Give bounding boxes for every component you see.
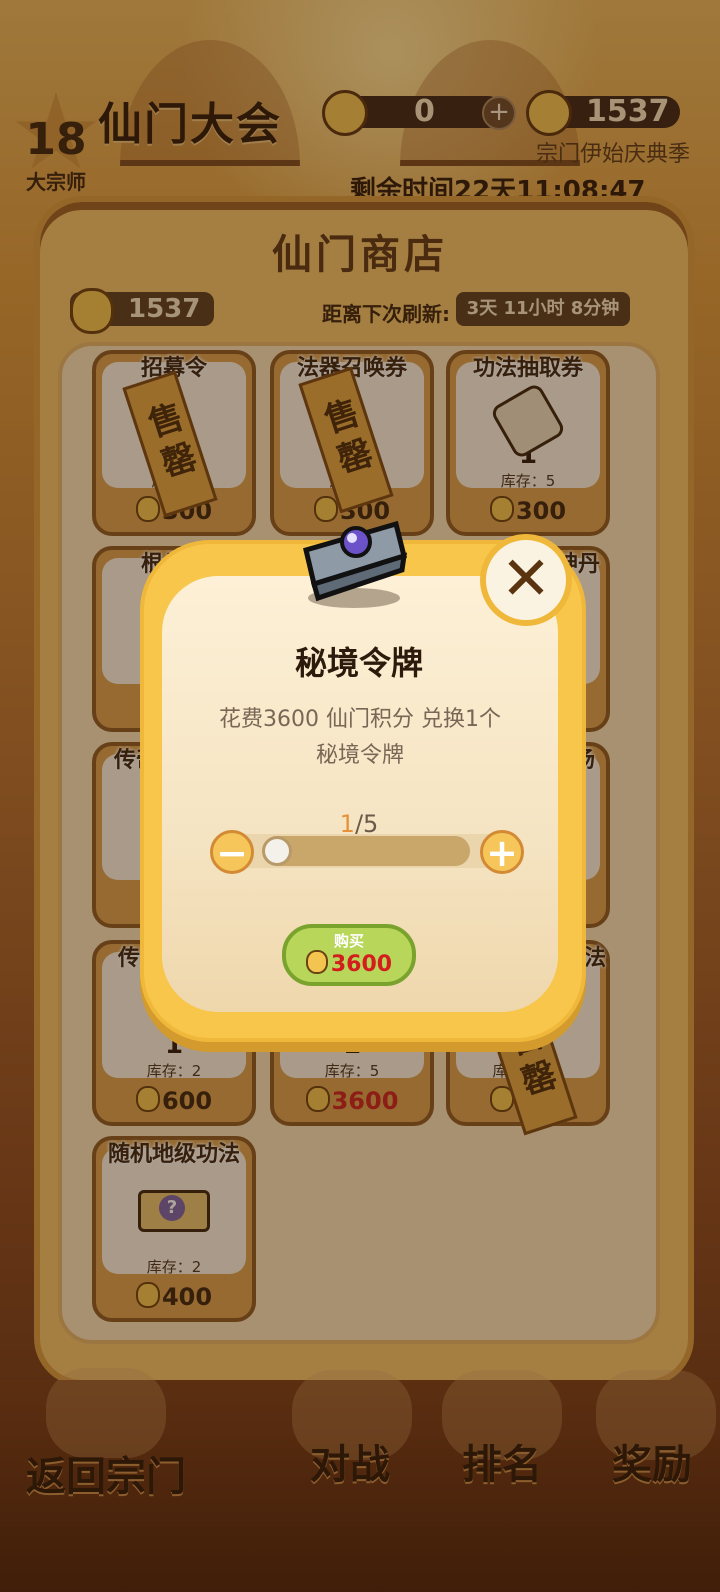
quantity-slider[interactable] — [264, 836, 470, 866]
coin-icon — [305, 950, 328, 974]
dialog-title: 秘境令牌 — [294, 644, 423, 682]
buy-button[interactable]: 购买 3600 — [282, 924, 416, 986]
decrease-quantity-button[interactable]: − — [210, 830, 254, 874]
buy-price: 3600 — [286, 950, 412, 977]
quantity-slider-knob[interactable] — [262, 836, 292, 866]
ring-icon — [303, 520, 408, 608]
dialog-description: 花费3600 仙门积分 兑换1个 秘境令牌 — [219, 707, 501, 768]
buy-label: 购买 — [333, 932, 364, 950]
close-dialog-button[interactable]: ✕ — [480, 534, 572, 626]
increase-quantity-button[interactable]: + — [480, 830, 524, 874]
